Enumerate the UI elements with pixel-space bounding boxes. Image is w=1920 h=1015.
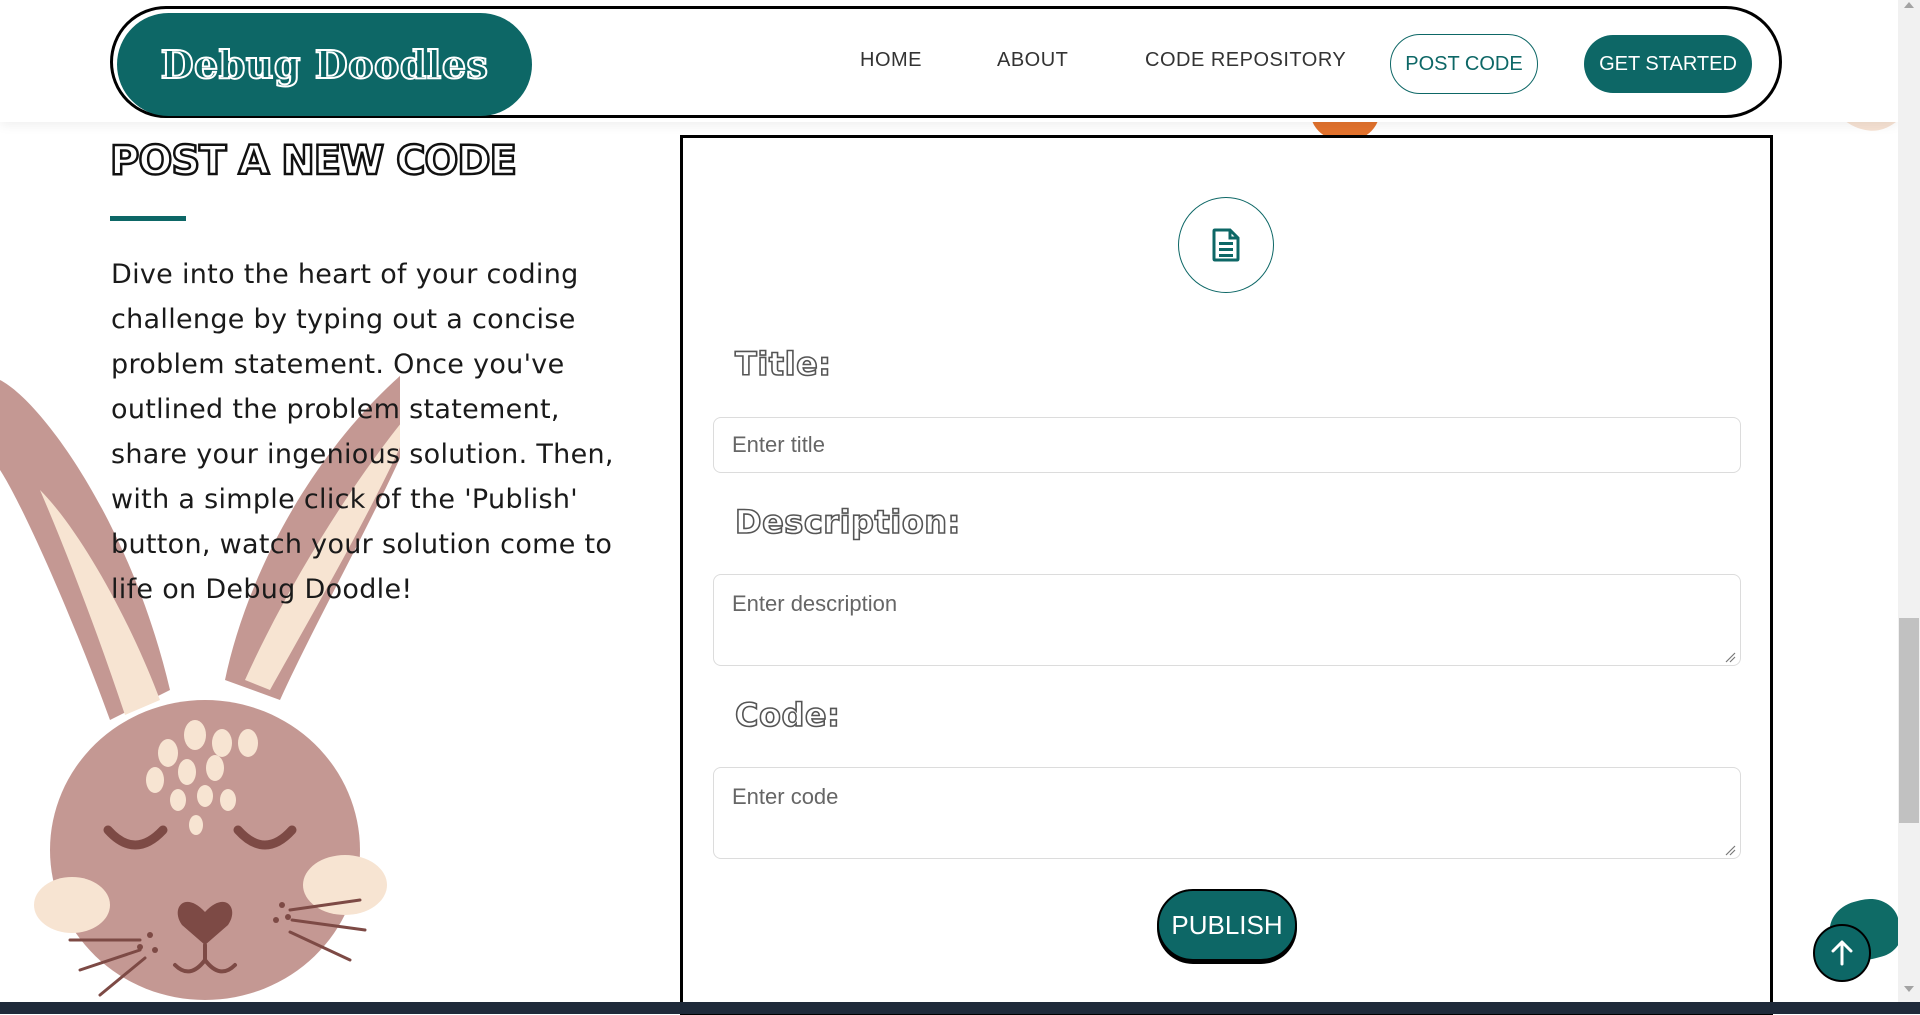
scroll-down-arrow-icon[interactable] [1904, 986, 1914, 992]
nav-about[interactable]: ABOUT [997, 30, 1068, 90]
title-underline [110, 216, 186, 221]
file-text-icon [1178, 197, 1274, 293]
title-label: Title: [734, 344, 832, 384]
post-code-button[interactable]: POST CODE [1390, 34, 1538, 94]
scrollbar-thumb[interactable] [1899, 618, 1919, 823]
arrow-up-icon [1831, 940, 1853, 966]
scroll-to-top-button[interactable] [1813, 924, 1871, 982]
get-started-button[interactable]: GET STARTED [1584, 35, 1752, 93]
title-input[interactable] [713, 417, 1741, 473]
resize-handle-icon[interactable] [1724, 844, 1736, 856]
description-label: Description: [734, 502, 961, 542]
code-input[interactable] [713, 767, 1741, 859]
nav-home[interactable]: HOME [860, 30, 922, 90]
intro-text: Dive into the heart of your coding chall… [111, 259, 614, 605]
publish-button[interactable]: PUBLISH [1157, 889, 1297, 961]
site-logo[interactable]: Debug Doodles [117, 13, 532, 116]
scroll-up-arrow-icon[interactable] [1904, 2, 1914, 8]
description-input[interactable] [713, 574, 1741, 666]
code-label: Code: [734, 695, 841, 735]
scrollbar-track[interactable] [1898, 0, 1920, 1002]
page-title: POST A NEW CODE [109, 137, 518, 186]
nav-code-repository[interactable]: CODE REPOSITORY [1145, 30, 1346, 90]
taskbar [0, 1002, 1920, 1014]
resize-handle-icon[interactable] [1724, 651, 1736, 663]
